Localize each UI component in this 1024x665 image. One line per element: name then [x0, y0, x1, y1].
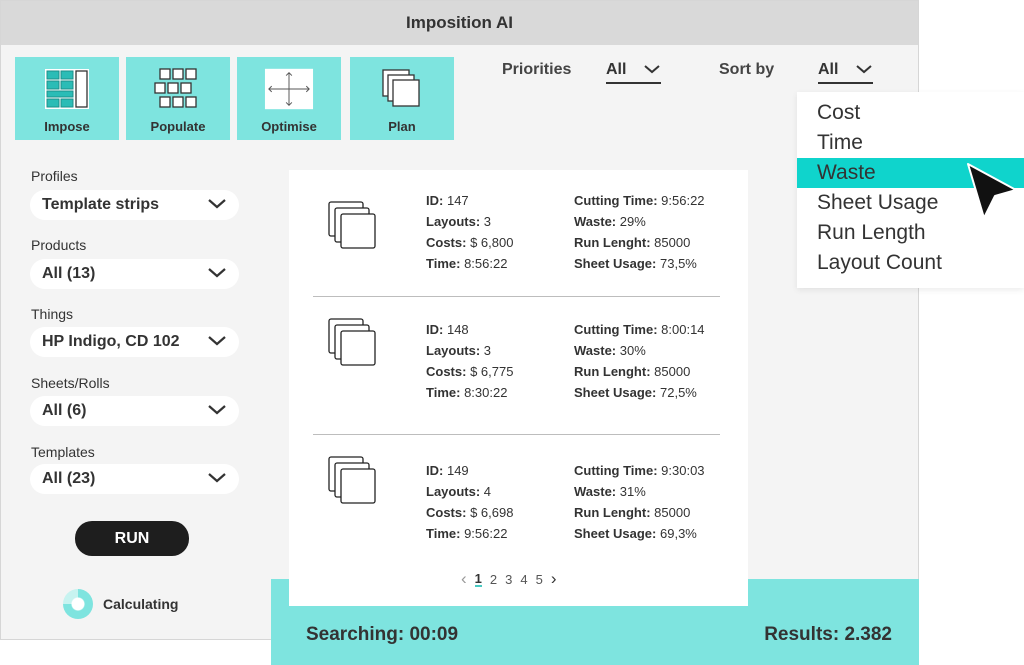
sortby-value: All [818, 61, 839, 78]
prev-page-button[interactable]: ‹ [461, 569, 467, 589]
result-card[interactable]: ID: 148 Layouts: 3 Costs: $ 6,775 Time: … [313, 299, 720, 434]
sheets-label: Sheets/Rolls [31, 375, 110, 391]
sortby-select[interactable]: All [818, 61, 873, 84]
tool-label: Impose [44, 119, 90, 134]
templates-select[interactable]: All (23) [30, 464, 239, 494]
result-costs: $ 6,698 [470, 505, 514, 520]
result-id: 149 [446, 463, 469, 478]
pagination: ‹ 1 2 3 4 5 › [461, 569, 557, 589]
page-2[interactable]: 2 [490, 572, 497, 587]
chevron-down-icon [207, 402, 227, 420]
spinner-icon [63, 589, 93, 619]
things-label: Things [31, 306, 74, 322]
result-layouts: 3 [483, 214, 492, 229]
layout-stack-icon [327, 455, 379, 507]
mouse-cursor-icon [962, 160, 1020, 222]
result-costs: $ 6,775 [470, 364, 514, 379]
result-cutting-time: 8:00:14 [661, 322, 705, 337]
result-sheet-usage: 72,5% [660, 385, 697, 400]
sortby-label: Sort by [719, 61, 775, 78]
results-panel: ID: 147 Layouts: 3 Costs: $ 6,800 Time: … [289, 170, 748, 606]
plan-tool-button[interactable]: Plan [350, 57, 454, 140]
result-time: 8:30:22 [464, 385, 508, 400]
page-4[interactable]: 4 [520, 572, 527, 587]
products-label: Products [31, 237, 87, 253]
result-sheet-usage: 73,5% [660, 256, 697, 271]
result-cutting-time: 9:30:03 [661, 463, 705, 478]
status-text: Calculating [103, 596, 179, 612]
page-1[interactable]: 1 [474, 572, 482, 587]
result-waste: 31% [619, 484, 646, 499]
profiles-select[interactable]: Template strips [30, 190, 239, 220]
next-page-button[interactable]: › [551, 569, 557, 589]
tool-label: Plan [388, 119, 416, 134]
result-run-length: 85000 [654, 505, 691, 520]
chevron-down-icon [207, 333, 227, 351]
divider [313, 434, 720, 435]
sheets-value: All (6) [42, 402, 87, 419]
result-layouts: 4 [483, 484, 492, 499]
divider [313, 296, 720, 297]
result-card[interactable]: ID: 147 Layouts: 3 Costs: $ 6,800 Time: … [313, 170, 720, 296]
sort-option-time[interactable]: Time [797, 128, 1024, 158]
result-run-length: 85000 [654, 364, 691, 379]
result-cutting-time: 9:56:22 [661, 193, 705, 208]
searching-timer: Searching: 00:09 [306, 624, 459, 645]
chevron-down-icon [643, 61, 661, 79]
profiles-value: Template strips [42, 196, 160, 213]
window-title: Imposition AI [1, 1, 918, 45]
result-run-length: 85000 [654, 235, 691, 250]
result-card[interactable]: ID: 149 Layouts: 4 Costs: $ 6,698 Time: … [313, 441, 720, 561]
sort-option-layout-count[interactable]: Layout Count [797, 248, 1024, 278]
result-id: 147 [446, 193, 469, 208]
result-time: 9:56:22 [464, 526, 508, 541]
result-costs: $ 6,800 [470, 235, 514, 250]
sheets-select[interactable]: All (6) [30, 396, 239, 426]
templates-label: Templates [31, 444, 95, 460]
products-value: All (13) [42, 265, 96, 282]
layout-stack-icon [327, 200, 379, 252]
layout-stack-icon [327, 317, 379, 369]
priorities-select[interactable]: All [606, 61, 661, 84]
chevron-down-icon [207, 470, 227, 488]
plan-icon [377, 67, 427, 111]
result-waste: 30% [619, 343, 646, 358]
sort-option-cost[interactable]: Cost [797, 98, 1024, 128]
optimise-tool-button[interactable]: Optimise [237, 57, 341, 140]
templates-value: All (23) [42, 470, 96, 487]
populate-icon [153, 67, 203, 111]
priorities-value: All [606, 61, 627, 78]
calculating-status: Calculating [63, 589, 178, 619]
tool-label: Optimise [261, 119, 317, 134]
priorities-label: Priorities [502, 61, 572, 78]
optimise-icon [264, 67, 314, 111]
page-3[interactable]: 3 [505, 572, 512, 587]
result-id: 148 [446, 322, 469, 337]
impose-icon [42, 67, 92, 111]
sort-option-run-length[interactable]: Run Length [797, 218, 1024, 248]
result-waste: 29% [619, 214, 646, 229]
run-button[interactable]: RUN [75, 521, 189, 556]
tool-label: Populate [150, 119, 206, 134]
populate-tool-button[interactable]: Populate [126, 57, 230, 140]
result-layouts: 3 [483, 343, 492, 358]
impose-tool-button[interactable]: Impose [15, 57, 119, 140]
products-select[interactable]: All (13) [30, 259, 239, 289]
chevron-down-icon [207, 265, 227, 283]
page-5[interactable]: 5 [536, 572, 543, 587]
profiles-label: Profiles [31, 168, 78, 184]
results-count: Results: 2.382 [764, 624, 892, 645]
things-select[interactable]: HP Indigo, CD 102 [30, 327, 239, 357]
result-sheet-usage: 69,3% [660, 526, 697, 541]
things-value: HP Indigo, CD 102 [42, 333, 180, 350]
chevron-down-icon [207, 196, 227, 214]
result-time: 8:56:22 [464, 256, 508, 271]
chevron-down-icon [855, 61, 873, 79]
